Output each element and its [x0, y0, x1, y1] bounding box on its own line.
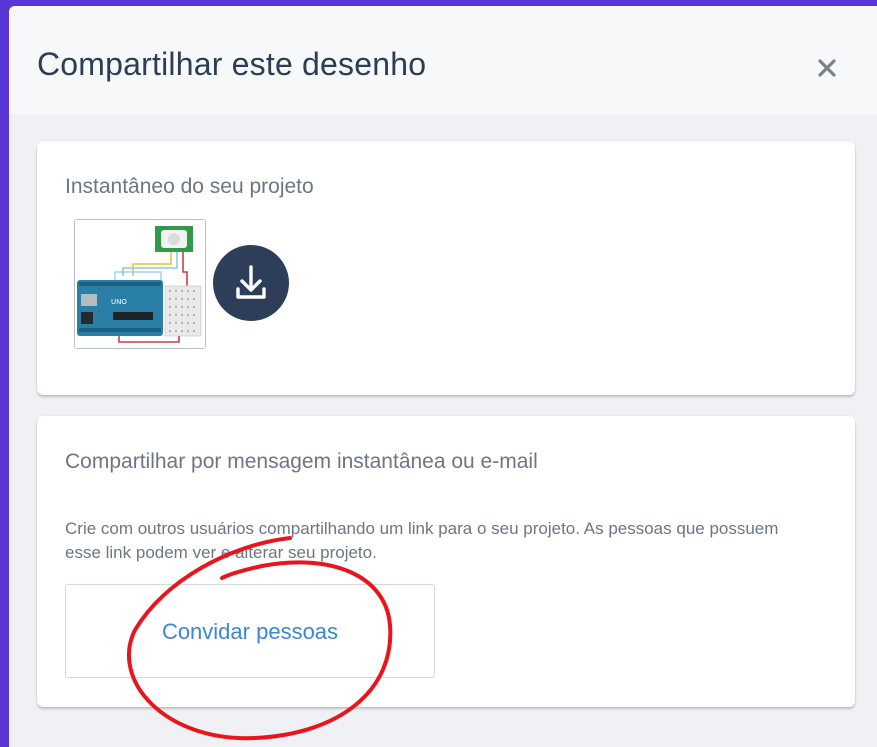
snapshot-heading: Instantâneo do seu projeto	[65, 175, 314, 198]
svg-text:UNO: UNO	[111, 298, 127, 306]
project-thumbnail[interactable]: UNO	[74, 219, 206, 349]
download-icon	[236, 265, 266, 299]
close-button[interactable]	[809, 50, 845, 86]
share-card: Compartilhar por mensagem instantânea ou…	[37, 416, 855, 707]
snapshot-card: Instantâneo do seu projeto UNO	[37, 141, 855, 395]
circuit-preview-thumbnail: UNO	[75, 220, 205, 348]
share-dialog: Compartilhar este desenho Instantâneo do…	[9, 6, 877, 747]
share-heading: Compartilhar por mensagem instantânea ou…	[65, 450, 538, 473]
share-description: Crie com outros usuários compartilhando …	[65, 519, 779, 562]
dialog-header: Compartilhar este desenho	[9, 6, 877, 114]
invite-people-button[interactable]: Convidar pessoas	[65, 584, 435, 678]
dialog-title: Compartilhar este desenho	[37, 46, 427, 82]
close-icon	[818, 59, 836, 77]
download-button[interactable]	[213, 245, 289, 321]
